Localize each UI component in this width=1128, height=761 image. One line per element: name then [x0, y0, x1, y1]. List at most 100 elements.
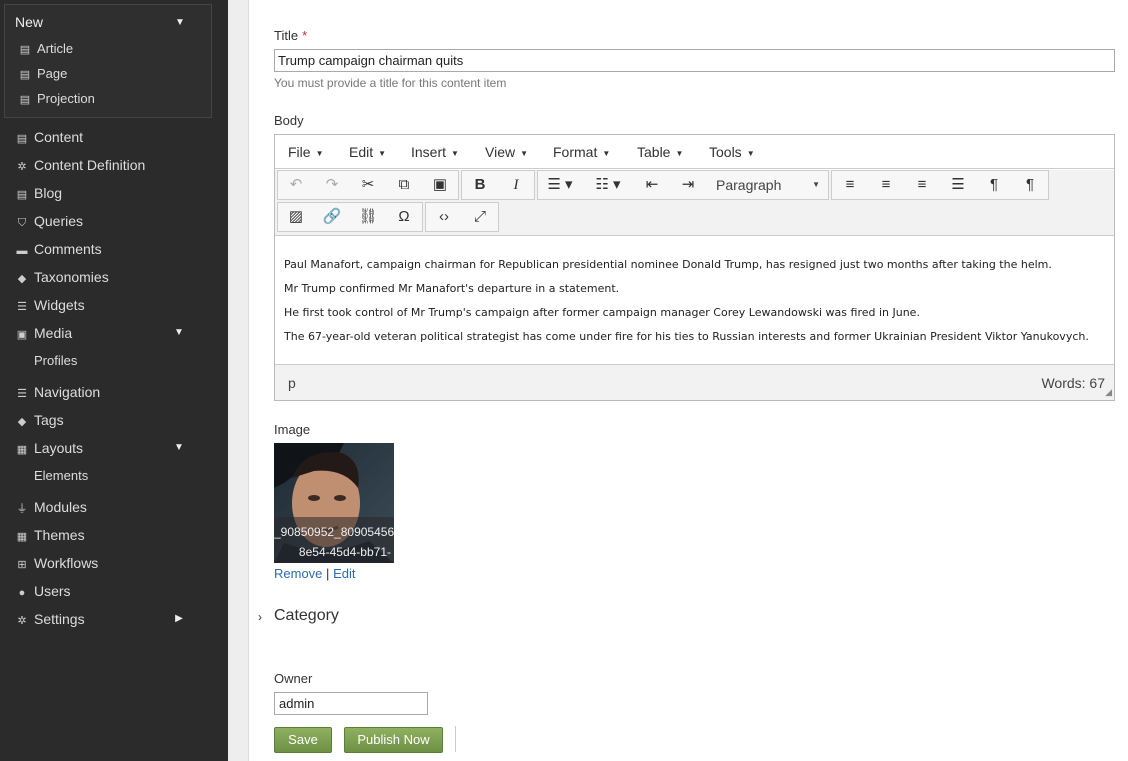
source-code-icon[interactable]: ‹› — [426, 203, 462, 231]
edit-image-link[interactable]: Edit — [333, 566, 355, 581]
sidebar-item-blog[interactable]: ▤ Blog — [16, 183, 62, 203]
body-paragraph: Mr Trump confirmed Mr Manafort's departu… — [284, 282, 620, 295]
owner-input[interactable]: admin — [274, 692, 428, 715]
sidebar-item-widgets[interactable]: ☰ Widgets — [16, 295, 85, 315]
menu-table[interactable]: Table ▼ — [637, 144, 683, 160]
image-actions: Remove | Edit — [274, 566, 355, 581]
sidebar-item-content[interactable]: ▤ Content — [16, 127, 83, 147]
new-item-article[interactable]: ▤ Article — [19, 40, 73, 58]
align-right-icon[interactable]: ≡ — [904, 171, 940, 199]
redo-icon[interactable]: ↷ — [314, 171, 350, 199]
menu-view[interactable]: View ▼ — [485, 144, 528, 160]
align-center-icon[interactable]: ≡ — [868, 171, 904, 199]
sidebar-item-elements[interactable]: Elements — [34, 467, 88, 485]
resize-handle-icon[interactable]: ◢ — [1105, 387, 1112, 398]
title-label: Title * — [274, 28, 308, 43]
unlink-icon[interactable]: ⛓ — [350, 203, 386, 231]
element-path[interactable]: p — [288, 375, 296, 391]
sidebar-item-workflows[interactable]: ⊞ Workflows — [16, 553, 98, 573]
rtl-icon[interactable]: ¶ — [1012, 171, 1048, 199]
sidebar-item-content-definition[interactable]: ✲ Content Definition — [16, 155, 145, 175]
editor-content[interactable]: Paul Manafort, campaign chairman for Rep… — [275, 237, 1114, 363]
gear-icon: ✲ — [17, 615, 27, 627]
ltr-icon[interactable]: ¶ — [976, 171, 1012, 199]
menu-edit[interactable]: Edit ▼ — [349, 144, 386, 160]
title-input[interactable]: Trump campaign chairman quits — [274, 49, 1115, 72]
sidebar-item-themes[interactable]: ▦ Themes — [16, 525, 85, 545]
sidebar-item-comments[interactable]: ▬ Comments — [16, 239, 102, 259]
sidebar-item-taxonomies[interactable]: ◆ Taxonomies — [16, 267, 109, 287]
menu-tools[interactable]: Tools ▼ — [709, 144, 755, 160]
new-item-projection[interactable]: ▤ Projection — [19, 90, 95, 108]
bullet-list-icon[interactable]: ☰ ▾ — [538, 171, 582, 199]
sidebar-item-layouts[interactable]: ▦ Layouts — [16, 438, 83, 458]
fullscreen-icon[interactable]: ⤢ — [462, 203, 498, 231]
sidebar-item-profiles[interactable]: Profiles — [34, 352, 77, 370]
sidebar: New ▼ ▤ Article ▤ Page ▤ Projection ▤ Conten… — [0, 0, 228, 761]
image-thumbnail[interactable]: _90850952_80905456- 8e54-45d4-bb71- — [274, 443, 394, 563]
menu-file[interactable]: File ▼ — [288, 144, 323, 160]
new-menu: New ▼ ▤ Article ▤ Page ▤ Projection — [4, 4, 212, 118]
toolbar-group-edit: ↶ ↷ ✂ ⧉ ▣ — [277, 170, 459, 200]
cut-icon[interactable]: ✂ — [350, 171, 386, 199]
chevron-down-icon[interactable]: ▼ — [174, 443, 184, 453]
menu-format[interactable]: Format ▼ — [553, 144, 610, 160]
new-menu-title[interactable]: New — [15, 14, 43, 30]
remove-image-link[interactable]: Remove — [274, 566, 322, 581]
sidebar-item-modules[interactable]: ⏚ Modules — [16, 497, 87, 517]
user-icon: ● — [18, 587, 26, 599]
body-paragraph: He first took control of Mr Trump's camp… — [284, 306, 920, 319]
toolbar-group-align: ≡ ≡ ≡ ☰ ¶ ¶ — [831, 170, 1049, 200]
document-icon: ▤ — [19, 94, 31, 106]
tag-icon: ◆ — [17, 273, 27, 285]
caret-down-icon: ▼ — [812, 180, 820, 189]
editor-menubar: File ▼ Edit ▼ Insert ▼ View ▼ Format ▼ Table ▼… — [275, 135, 1114, 169]
document-icon: ▤ — [16, 133, 28, 145]
document-icon: ▤ — [16, 189, 28, 201]
required-marker: * — [302, 28, 308, 43]
themes-icon: ▦ — [16, 531, 28, 543]
rich-text-editor: File ▼ Edit ▼ Insert ▼ View ▼ Format ▼ Table ▼… — [274, 134, 1115, 401]
bold-icon[interactable]: B — [462, 171, 498, 199]
indent-icon[interactable]: ⇥ — [670, 171, 706, 199]
undo-icon[interactable]: ↶ — [278, 171, 314, 199]
paste-icon[interactable]: ▣ — [422, 171, 458, 199]
title-hint: You must provide a title for this conten… — [274, 76, 507, 90]
toolbar-group-view: ‹› ⤢ — [425, 202, 499, 232]
caret-down-icon: ▼ — [451, 148, 459, 158]
menu-insert[interactable]: Insert ▼ — [411, 144, 459, 160]
sidebar-item-users[interactable]: ● Users — [16, 581, 71, 601]
special-char-icon[interactable]: Ω — [386, 203, 422, 231]
category-section-toggle[interactable]: Category — [274, 607, 339, 625]
caret-down-icon: ▼ — [378, 148, 387, 158]
body-paragraph: Paul Manafort, campaign chairman for Rep… — [284, 258, 1052, 271]
publish-now-button[interactable]: Publish Now — [344, 727, 443, 753]
chevron-right-icon[interactable]: › — [258, 610, 262, 624]
sidebar-item-media[interactable]: ▣ Media — [16, 323, 72, 343]
chevron-down-icon[interactable]: ▼ — [174, 328, 184, 338]
numbered-list-icon[interactable]: ☷ ▾ — [586, 171, 630, 199]
outdent-icon[interactable]: ⇤ — [634, 171, 670, 199]
align-justify-icon[interactable]: ☰ — [940, 171, 976, 199]
sidebar-item-queries[interactable]: ⛉ Queries — [16, 211, 83, 231]
toolbar-group-style: B I — [461, 170, 535, 200]
owner-label: Owner — [274, 671, 313, 686]
align-left-icon[interactable]: ≡ — [832, 171, 868, 199]
chevron-right-icon[interactable]: ▶ — [174, 614, 184, 624]
italic-icon[interactable]: I — [498, 171, 534, 199]
filter-icon: ⛉ — [17, 217, 27, 229]
body-label: Body — [274, 113, 304, 128]
chevron-down-icon[interactable]: ▼ — [175, 18, 185, 28]
list-icon: ☰ — [17, 301, 27, 313]
sidebar-item-navigation[interactable]: ☰ Navigation — [16, 382, 100, 402]
plug-icon: ⏚ — [16, 503, 28, 515]
new-item-page[interactable]: ▤ Page — [19, 65, 68, 83]
content-editor: Title * Trump campaign chairman quits You… — [248, 0, 1128, 761]
image-icon[interactable]: ▨ — [278, 203, 314, 231]
save-button[interactable]: Save — [274, 727, 332, 753]
format-select[interactable]: Paragraph ▼ — [708, 171, 826, 199]
sidebar-item-settings[interactable]: ✲ Settings — [16, 609, 84, 629]
sidebar-item-tags[interactable]: ◆ Tags — [16, 410, 64, 430]
link-icon[interactable]: 🔗 — [314, 203, 350, 231]
copy-icon[interactable]: ⧉ — [386, 171, 422, 199]
